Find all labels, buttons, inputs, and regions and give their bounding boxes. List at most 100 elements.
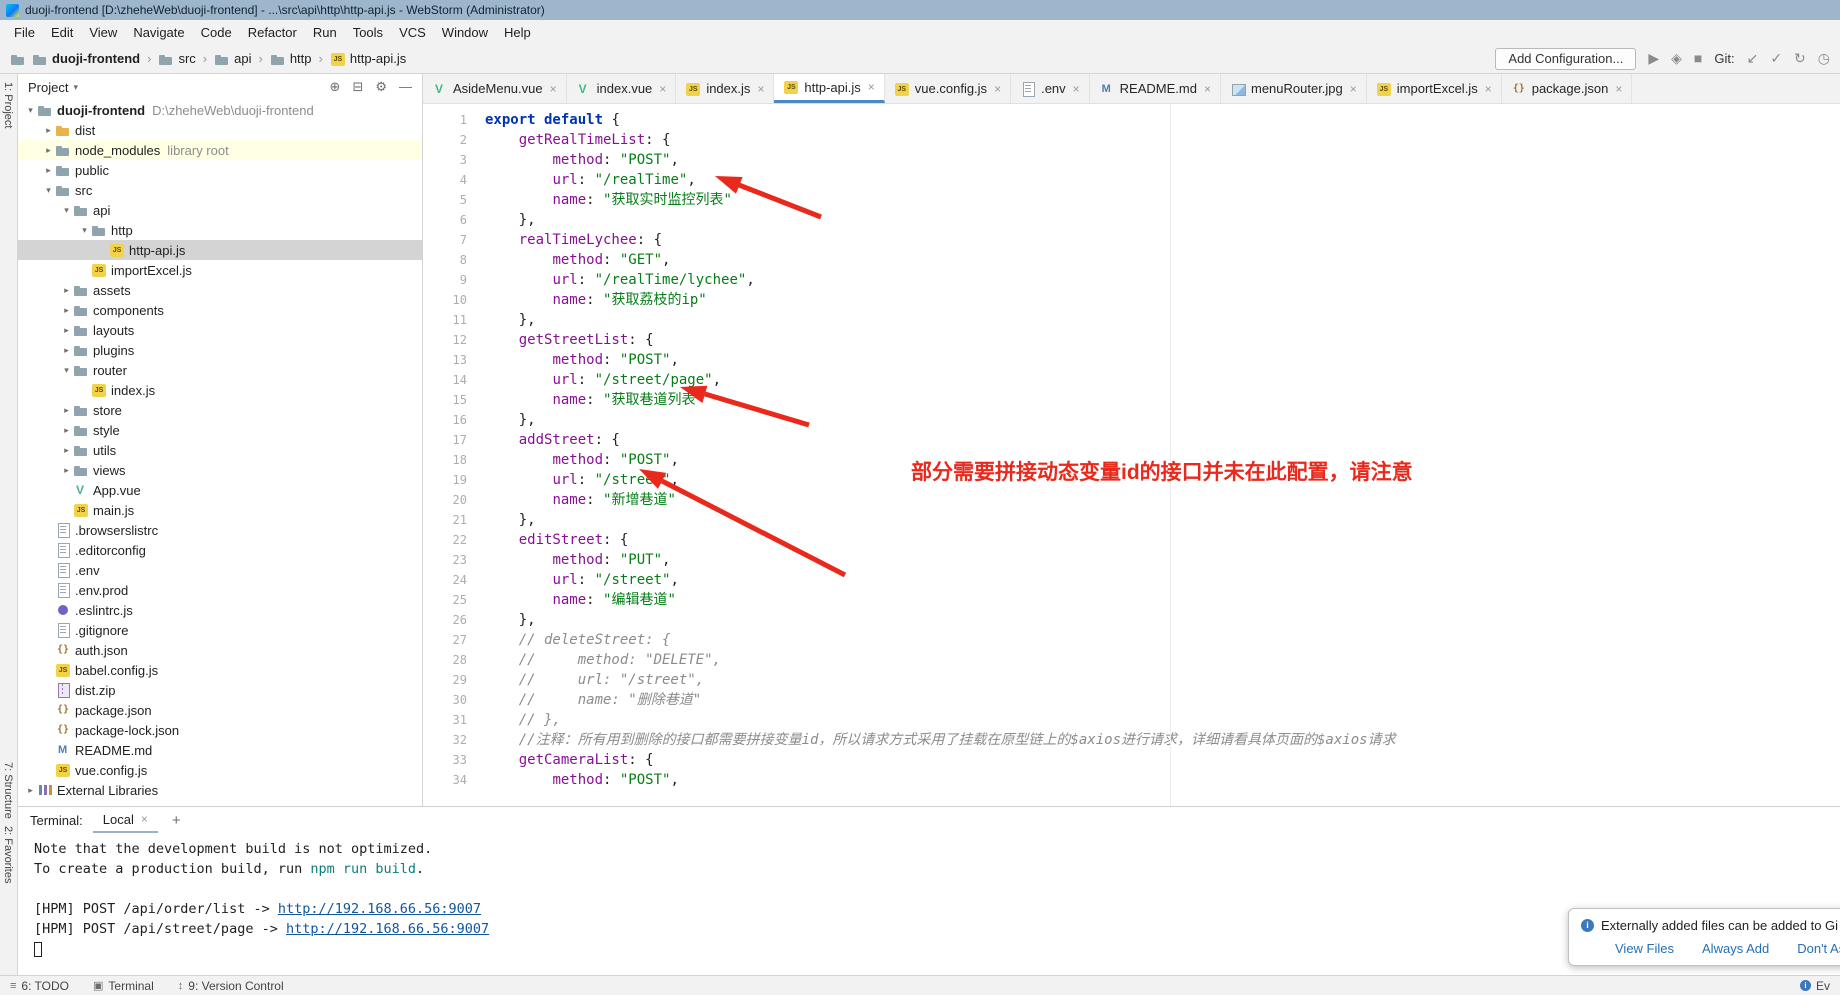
tree-item-.editorconfig[interactable]: .editorconfig: [18, 540, 422, 560]
terminal-output[interactable]: Note that the development build is not o…: [18, 833, 1840, 975]
code-text[interactable]: editStreet: {: [485, 530, 628, 550]
tree-item-components[interactable]: ▸components: [18, 300, 422, 320]
debug-icon[interactable]: ◈: [1671, 50, 1682, 67]
code-area[interactable]: 1export default {2 getRealTimeList: {3 m…: [423, 104, 1840, 806]
menu-file[interactable]: File: [6, 23, 43, 42]
statusbar-item-9: Version Control[interactable]: ↕9: Version Control: [178, 979, 284, 993]
code-text[interactable]: //注释：所有用到删除的接口都需要拼接变量id，所以请求方式采用了挂载在原型链上…: [485, 730, 1396, 750]
tree-item-api[interactable]: ▾api: [18, 200, 422, 220]
statusbar-item-Terminal[interactable]: ▣Terminal: [93, 979, 154, 993]
chevron-down-icon[interactable]: ▾: [60, 365, 73, 376]
tree-item-http-api.js[interactable]: http-api.js: [18, 240, 422, 260]
tab-.env[interactable]: .env×: [1011, 74, 1090, 103]
tree-item-src[interactable]: ▾src: [18, 180, 422, 200]
menu-help[interactable]: Help: [496, 23, 539, 42]
tree-item-package-lock.json[interactable]: package-lock.json: [18, 720, 422, 740]
code-text[interactable]: },: [485, 310, 536, 330]
close-icon[interactable]: ×: [1485, 82, 1492, 96]
code-text[interactable]: },: [485, 210, 536, 230]
code-text[interactable]: method: "POST",: [485, 350, 679, 370]
breadcrumb-item[interactable]: src: [158, 51, 195, 67]
breadcrumb-item[interactable]: api: [214, 51, 251, 67]
chevron-right-icon[interactable]: ▸: [60, 445, 73, 456]
terminal-link[interactable]: http://192.168.66.56:9007: [278, 901, 481, 917]
tree-item-.gitignore[interactable]: .gitignore: [18, 620, 422, 640]
tree-item-dist[interactable]: ▸dist: [18, 120, 422, 140]
expand-icon[interactable]: ⊟: [352, 79, 363, 95]
terminal-link[interactable]: http://192.168.66.56:9007: [286, 921, 489, 937]
tree-item-importExcel.js[interactable]: importExcel.js: [18, 260, 422, 280]
chevron-down-icon[interactable]: ▾: [60, 205, 73, 216]
code-text[interactable]: url: "/street/page",: [485, 370, 721, 390]
menu-tools[interactable]: Tools: [345, 23, 391, 42]
tab-importExcel.js[interactable]: importExcel.js×: [1367, 74, 1502, 103]
tree-item-style[interactable]: ▸style: [18, 420, 422, 440]
chevron-right-icon[interactable]: ▸: [60, 305, 73, 316]
tab-AsideMenu.vue[interactable]: AsideMenu.vue×: [423, 74, 567, 103]
chevron-right-icon[interactable]: ▸: [60, 405, 73, 416]
tree-item-babel.config.js[interactable]: babel.config.js: [18, 660, 422, 680]
code-text[interactable]: },: [485, 410, 536, 430]
tree-item-index.js[interactable]: index.js: [18, 380, 422, 400]
code-text[interactable]: },: [485, 610, 536, 630]
breadcrumb-item[interactable]: http: [270, 51, 312, 67]
chevron-right-icon[interactable]: ▸: [60, 345, 73, 356]
menu-run[interactable]: Run: [305, 23, 345, 42]
tree-item-auth.json[interactable]: auth.json: [18, 640, 422, 660]
tree-item-router[interactable]: ▾router: [18, 360, 422, 380]
code-text[interactable]: // method: "DELETE",: [485, 650, 721, 670]
toolwindow-project-button[interactable]: 1: Project: [2, 82, 14, 128]
rollback-icon[interactable]: ↻: [1794, 50, 1806, 67]
chevron-right-icon[interactable]: ▸: [60, 425, 73, 436]
terminal-tab-local[interactable]: Local ×: [93, 807, 158, 833]
toolwindow-structure-button[interactable]: 7: Structure: [2, 762, 14, 819]
tree-item-package.json[interactable]: package.json: [18, 700, 422, 720]
tree-item-.env[interactable]: .env: [18, 560, 422, 580]
code-text[interactable]: name: "获取荔枝的ip": [485, 290, 707, 310]
tree-item-.browserslistrc[interactable]: .browserslistrc: [18, 520, 422, 540]
breadcrumb-item[interactable]: http-api.js: [330, 51, 406, 67]
code-text[interactable]: getRealTimeList: {: [485, 130, 670, 150]
chevron-right-icon[interactable]: ▸: [60, 465, 73, 476]
notification-action[interactable]: View Files: [1615, 941, 1674, 956]
close-icon[interactable]: ×: [550, 82, 557, 96]
locate-icon[interactable]: ⊕: [330, 79, 341, 95]
code-text[interactable]: method: "POST",: [485, 770, 679, 790]
code-text[interactable]: method: "POST",: [485, 150, 679, 170]
settings-icon[interactable]: ⚙: [375, 79, 387, 95]
tab-vue.config.js[interactable]: vue.config.js×: [885, 74, 1011, 103]
close-icon[interactable]: ×: [1350, 82, 1357, 96]
tree-item-http[interactable]: ▾http: [18, 220, 422, 240]
code-text[interactable]: name: "获取实时监控列表": [485, 190, 732, 210]
menu-view[interactable]: View: [81, 23, 125, 42]
chevron-right-icon[interactable]: ▸: [42, 145, 55, 156]
code-text[interactable]: name: "获取巷道列表": [485, 390, 704, 410]
menu-window[interactable]: Window: [434, 23, 496, 42]
commit-icon[interactable]: ✓: [1770, 50, 1782, 67]
tab-index.vue[interactable]: index.vue×: [567, 74, 677, 103]
tree-item-External Libraries[interactable]: ▸External Libraries: [18, 780, 422, 800]
code-text[interactable]: url: "/street",: [485, 470, 679, 490]
chevron-down-icon[interactable]: ▾: [42, 185, 55, 196]
tree-item-layouts[interactable]: ▸layouts: [18, 320, 422, 340]
notification-action[interactable]: Always Add: [1702, 941, 1769, 956]
tree-item-duoji-frontend[interactable]: ▾duoji-frontendD:\zheheWeb\duoji-fronten…: [18, 100, 422, 120]
close-icon[interactable]: ×: [1204, 82, 1211, 96]
menu-refactor[interactable]: Refactor: [240, 23, 305, 42]
code-text[interactable]: name: "编辑巷道": [485, 590, 676, 610]
menu-vcs[interactable]: VCS: [391, 23, 434, 42]
code-text[interactable]: url: "/street",: [485, 570, 679, 590]
code-text[interactable]: method: "PUT",: [485, 550, 670, 570]
tree-item-store[interactable]: ▸store: [18, 400, 422, 420]
breadcrumb-item[interactable]: duoji-frontend: [32, 51, 140, 67]
chevron-right-icon[interactable]: ▸: [60, 285, 73, 296]
chevron-right-icon[interactable]: ▸: [42, 125, 55, 136]
update-icon[interactable]: ↙: [1747, 50, 1759, 67]
close-icon[interactable]: ×: [994, 82, 1001, 96]
tree-item-vue.config.js[interactable]: vue.config.js: [18, 760, 422, 780]
code-text[interactable]: realTimeLychee: {: [485, 230, 662, 250]
tree-item-utils[interactable]: ▸utils: [18, 440, 422, 460]
menu-navigate[interactable]: Navigate: [125, 23, 192, 42]
tree-item-assets[interactable]: ▸assets: [18, 280, 422, 300]
chevron-right-icon[interactable]: ▸: [60, 325, 73, 336]
